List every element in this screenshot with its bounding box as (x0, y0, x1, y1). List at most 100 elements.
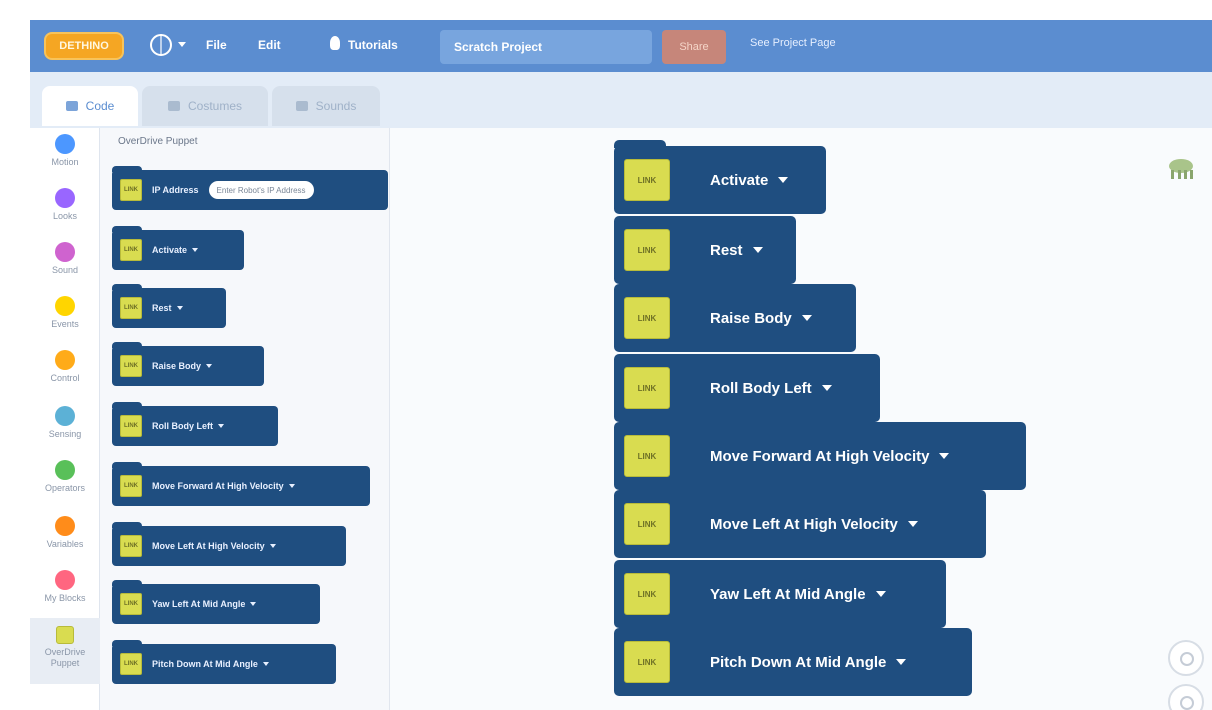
link-icon: LINK (120, 653, 142, 675)
link-icon: LINK (120, 475, 142, 497)
script-block-pitch-down[interactable]: LINK Pitch Down At Mid Angle (614, 628, 972, 696)
file-menu[interactable]: File (206, 38, 227, 52)
category-label: Motion (51, 157, 79, 167)
category-variables[interactable]: Variables (30, 516, 100, 549)
dropdown-arrow-icon[interactable] (192, 248, 199, 252)
link-icon: LINK (120, 593, 142, 615)
link-icon: LINK (120, 355, 142, 377)
link-icon: LINK (624, 367, 670, 409)
dropdown-arrow-icon[interactable] (218, 424, 224, 428)
script-block-move-forward[interactable]: LINK Move Forward At High Velocity (614, 422, 1026, 490)
block-label: Roll Body Left (152, 421, 213, 431)
dropdown-arrow-icon[interactable] (269, 544, 276, 548)
block-notch (112, 462, 142, 468)
category-label: Operators (44, 483, 86, 493)
edit-menu[interactable]: Edit (258, 38, 281, 52)
palette-block-rest[interactable]: LINK Rest (112, 284, 226, 328)
block-label: Activate (710, 171, 769, 189)
see-project-page-link[interactable]: See Project Page (750, 37, 836, 49)
palette-block-ip-address[interactable]: LINK IP Address Enter Robot's IP Address (112, 166, 388, 210)
category-overdrive-puppet[interactable]: OverDrive Puppet (30, 618, 100, 684)
tutorials-menu[interactable]: Tutorials (348, 38, 398, 52)
block-label: Pitch Down At Mid Angle (710, 653, 887, 671)
project-title-input[interactable]: Scratch Project (440, 30, 652, 64)
category-label: My Blocks (44, 593, 86, 603)
dropdown-arrow-icon[interactable] (907, 521, 918, 527)
palette-block-activate[interactable]: LINK Activate (112, 226, 244, 270)
block-label: Pitch Down At Mid Angle (152, 659, 258, 669)
overdrive-puppet-icon (56, 626, 74, 644)
category-label: Looks (52, 211, 78, 221)
palette-block-pitch-down[interactable]: LINK Pitch Down At Mid Angle (112, 640, 336, 684)
link-icon: LINK (624, 503, 670, 545)
dropdown-arrow-icon[interactable] (176, 306, 183, 310)
category-looks[interactable]: Looks (30, 188, 100, 221)
script-block-roll-body-left[interactable]: LINK Roll Body Left (614, 354, 880, 422)
category-operators[interactable]: Operators (30, 460, 100, 493)
block-notch (112, 522, 142, 528)
events-dot-icon (55, 296, 75, 316)
link-icon: LINK (624, 435, 670, 477)
block-notch (112, 640, 142, 646)
sound-dot-icon (55, 242, 75, 262)
category-my-blocks[interactable]: My Blocks (30, 570, 100, 603)
dropdown-arrow-icon[interactable] (778, 177, 789, 183)
block-label: Rest (152, 303, 172, 313)
brush-icon (167, 101, 180, 111)
link-icon: LINK (624, 641, 670, 683)
link-icon: LINK (624, 297, 670, 339)
dropdown-arrow-icon[interactable] (896, 659, 907, 665)
block-label: IP Address (152, 185, 199, 195)
palette-block-move-left[interactable]: LINK Move Left At High Velocity (112, 522, 346, 566)
block-notch (112, 166, 142, 172)
control-dot-icon (55, 350, 75, 370)
block-label: Raise Body (152, 361, 202, 371)
zoom-in-icon[interactable] (1168, 640, 1204, 676)
ip-address-input[interactable]: Enter Robot's IP Address (208, 181, 314, 199)
script-block-rest[interactable]: LINK Rest (614, 216, 796, 284)
script-block-raise-body[interactable]: LINK Raise Body (614, 284, 856, 352)
category-label: Variables (46, 539, 84, 549)
script-block-activate[interactable]: LINK Activate (614, 140, 826, 214)
palette-block-yaw-left[interactable]: LINK Yaw Left At Mid Angle (112, 580, 320, 624)
block-notch (112, 226, 142, 232)
dropdown-arrow-icon[interactable] (752, 247, 763, 253)
robot-sprite-icon (1169, 159, 1193, 179)
link-icon: LINK (624, 229, 670, 271)
palette-block-move-forward[interactable]: LINK Move Forward At High Velocity (112, 462, 370, 506)
dropdown-arrow-icon[interactable] (250, 602, 257, 606)
category-sound[interactable]: Sound (30, 242, 100, 275)
category-events[interactable]: Events (30, 296, 100, 329)
tab-costumes-label: Costumes (187, 99, 243, 113)
dropdown-arrow-icon[interactable] (875, 591, 886, 597)
script-block-yaw-left[interactable]: LINK Yaw Left At Mid Angle (614, 560, 946, 628)
dropdown-arrow-icon[interactable] (801, 315, 812, 321)
category-label: OverDrive Puppet (44, 647, 86, 668)
language-globe-icon[interactable] (150, 34, 172, 56)
speaker-icon (295, 101, 308, 111)
dropdown-arrow-icon[interactable] (288, 484, 295, 488)
category-menu: Motion Looks Sound Events Control Sensin… (30, 128, 100, 710)
tab-costumes[interactable]: Costumes (142, 86, 268, 126)
variables-dot-icon (55, 516, 75, 536)
dropdown-arrow-icon[interactable] (262, 662, 269, 666)
block-label: Rest (710, 241, 743, 259)
tab-code[interactable]: Code (42, 86, 138, 126)
dropdown-arrow-icon[interactable] (821, 385, 832, 391)
block-notch (614, 140, 666, 148)
block-label: Yaw Left At Mid Angle (710, 585, 866, 603)
category-sensing[interactable]: Sensing (30, 406, 100, 439)
script-block-move-left[interactable]: LINK Move Left At High Velocity (614, 490, 986, 558)
palette-block-roll-body-left[interactable]: LINK Roll Body Left (112, 402, 278, 446)
category-motion[interactable]: Motion (30, 134, 100, 167)
tutorials-lightbulb-icon[interactable] (330, 36, 340, 50)
dropdown-arrow-icon[interactable] (939, 453, 950, 459)
category-label: Events (51, 319, 79, 329)
share-button[interactable]: Share (662, 30, 726, 64)
category-label: Control (50, 373, 80, 383)
app-logo[interactable]: DETHINO (44, 32, 124, 60)
palette-block-raise-body[interactable]: LINK Raise Body (112, 342, 264, 386)
dropdown-arrow-icon[interactable] (206, 364, 213, 368)
category-control[interactable]: Control (30, 350, 100, 383)
tab-sounds[interactable]: Sounds (272, 86, 380, 126)
